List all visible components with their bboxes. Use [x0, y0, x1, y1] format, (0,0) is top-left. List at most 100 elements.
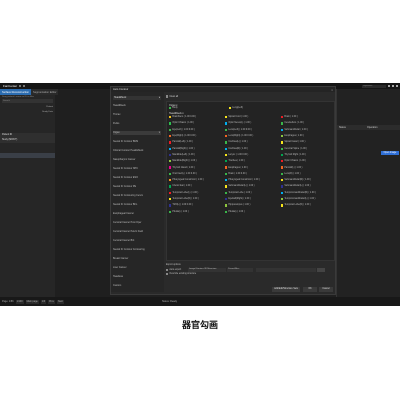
- nav-item[interactable]: Neural IC Contour Contouring: [113, 248, 161, 252]
- structure-checkbox[interactable]: Optic Chiasm ( 1.00 ): [169, 122, 194, 125]
- nav-item[interactable]: Pelvis: [113, 122, 161, 126]
- main-page-button[interactable]: Main page: [25, 299, 39, 304]
- structure-checkbox[interactable]: Larynx ( 1.00 0.00 ): [225, 153, 248, 157]
- add-structure-sets-button[interactable]: Add/Edit/Structure Sets: [272, 287, 300, 292]
- structure-checkbox[interactable]: Lung(Left): [229, 107, 243, 110]
- nav-item[interactable]: Head&Neck: [113, 104, 161, 108]
- nav-item[interactable]: Headless: [113, 275, 161, 279]
- site-dropdown[interactable]: Head&Neck ▾: [113, 96, 161, 100]
- target-select[interactable]: Image/Contour XF/Structure: [188, 268, 227, 272]
- nav-item[interactable]: Neural IC Contour NPC: [113, 167, 161, 171]
- clear-all-checkbox[interactable]: [166, 95, 169, 98]
- structure-checkbox[interactable]: Temporal Lobe ( 1.00 ): [225, 191, 252, 194]
- minimize-icon[interactable]: [388, 85, 390, 87]
- nav-item[interactable]: Neural IC Contour BMS: [113, 140, 161, 144]
- structure-checkbox[interactable]: Pharyngeal Constrictor ( 1.00 ): [225, 179, 260, 182]
- structure-checkbox[interactable]: Cerebellum ( 1.00 ): [281, 122, 304, 125]
- structure-checkbox[interactable]: Parotid(Left) ( 1.00 ): [169, 141, 193, 144]
- structure-checkbox[interactable]: Inferior Ear ( 1.00 ): [169, 185, 192, 188]
- nav-item[interactable]: Neural IC Contour BFL: [113, 203, 161, 207]
- structure-checkbox[interactable]: Temporal Lobe(R) ( 1.00 ): [281, 204, 311, 207]
- structure-checkbox[interactable]: BrainStem ( 1.00 0.00 ): [169, 116, 196, 119]
- structure-checkbox[interactable]: Lens(Right) ( 1.00 0.00 ): [225, 134, 253, 138]
- structure-checkbox[interactable]: Hippocampus ( 1.00 ): [225, 204, 250, 207]
- structure-checkbox[interactable]: Optic Nerve(L) ( 1.00 ): [225, 122, 251, 125]
- structure-checkbox[interactable]: Submandibular(L) ( 1.00 ): [281, 185, 311, 188]
- structure-checkbox[interactable]: Submandibular(R) ( 1.00 ): [281, 179, 311, 182]
- structure-checkbox[interactable]: Cochlea(R) ( 1.00 ): [225, 147, 248, 150]
- structure-checkbox[interactable]: Submandibular ( 1.00 ): [281, 128, 308, 131]
- structure-checkbox[interactable]: Oral Cavity ( 1.00 0.00 ): [169, 172, 197, 176]
- structure-checkbox[interactable]: Temporal Lobe(R) ( 1.00 ): [169, 197, 199, 201]
- menu-icon[interactable]: [19, 85, 22, 87]
- structure-checkbox[interactable]: Cochlea(L) ( 1.00 ): [225, 141, 248, 144]
- structure-checkbox[interactable]: Spinal Canal ( 1.00 ): [281, 141, 305, 144]
- structure-checkbox[interactable]: Eyeball(Right) ( 1.00 ): [225, 197, 251, 201]
- structure-checkbox[interactable]: Eye(Right) ( 1.00 0.00 ): [169, 134, 196, 138]
- structure-checkbox[interactable]: Pituitary ( 1.00 ): [169, 210, 189, 213]
- structure-checkbox[interactable]: Thyroid Right ( 1.00 ): [281, 153, 306, 157]
- structure-checkbox[interactable]: Body: [169, 107, 178, 110]
- nav-item[interactable]: Neural IC Contour PE: [113, 185, 161, 189]
- export-row: Auto export Image/Contour XF/Structure D…: [166, 268, 326, 272]
- export-path-field[interactable]: [256, 268, 317, 272]
- structure-checkbox[interactable]: Esophagus ( 1.00 ): [225, 166, 248, 169]
- structure-color-swatch: [281, 166, 284, 169]
- structure-checkbox[interactable]: Temporomandibular(L) ( 1.00 ): [281, 197, 315, 201]
- structure-checkbox[interactable]: Esophagus ( 1.00 ): [281, 134, 304, 138]
- structure-checkbox[interactable]: Eye(Left) ( 1.00 0.00 ): [169, 128, 195, 131]
- cancel-button[interactable]: Cancel: [319, 287, 333, 292]
- browse-button[interactable]: [317, 268, 326, 272]
- overwrite-checkbox[interactable]: [166, 273, 169, 276]
- structure-checkbox[interactable]: Temporomandibular(R) ( 1.00 ): [281, 191, 316, 194]
- structure-checkbox[interactable]: Brain ( 1.00 0.00 ): [225, 172, 247, 176]
- maximize-icon[interactable]: [392, 85, 394, 87]
- nav-item[interactable]: Liver Cancer: [113, 266, 161, 270]
- headneck-section-label[interactable]: Head&Neck ▾: [169, 112, 184, 115]
- nav-item[interactable]: Thorax: [113, 113, 161, 117]
- dialog-close-icon[interactable]: ×: [331, 88, 333, 92]
- open-image-button[interactable]: Open Image: [381, 151, 399, 155]
- structure-checkbox[interactable]: Mandible(Left) ( 1.00 ): [169, 153, 195, 157]
- nav-item[interactable]: Neural IC Contour ESO: [113, 176, 161, 180]
- structure-checkbox[interactable]: Spinal Cord ( 1.00 ): [225, 116, 248, 119]
- output-format-select[interactable]: Dicom/Rtss: [227, 268, 254, 272]
- auto-export-checkbox[interactable]: [166, 268, 169, 271]
- nav-item[interactable]: Clinical Contour Head&Neck: [113, 149, 161, 153]
- structure-checkbox[interactable]: Brain ( 1.00 ): [281, 116, 298, 119]
- structure-checkbox[interactable]: Optic Chiasm ( 1.00 ): [281, 160, 306, 163]
- nav-item[interactable]: Breast Cancer: [113, 257, 161, 261]
- clear-all-row[interactable]: Clear all: [166, 95, 178, 98]
- nav-item[interactable]: Organ ▾: [113, 131, 161, 135]
- structure-checkbox[interactable]: Pharyngeal Constrictor ( 1.00 ): [169, 179, 204, 182]
- structure-color-swatch: [169, 128, 172, 131]
- structure-checkbox[interactable]: TMJ(L) ( 1.00 0.00 ): [169, 204, 193, 207]
- prev-button[interactable]: Prev: [48, 299, 55, 304]
- structure-checkbox[interactable]: Pituitary ( 1.00 ): [225, 210, 245, 213]
- patient-search-input[interactable]: Search: [2, 99, 53, 103]
- tree-row[interactable]: [0, 188, 55, 193]
- next-button[interactable]: Next: [56, 299, 64, 304]
- nav-item[interactable]: Cervical Cancer Pelvic Field: [113, 230, 161, 234]
- settings-icon[interactable]: [23, 85, 26, 87]
- nav-item[interactable]: Cervical Cancer Post Oper: [113, 221, 161, 225]
- structure-checkbox[interactable]: Submandibular(L) ( 1.00 ): [225, 185, 255, 188]
- structure-checkbox[interactable]: Cervical Spine ( 1.00 ): [281, 147, 307, 150]
- structure-checkbox[interactable]: Lens(Left) ( 1.00 0.00 ): [225, 128, 252, 131]
- structure-checkbox[interactable]: Trachea ( 1.00 ): [225, 160, 245, 163]
- structure-checkbox[interactable]: Parotid(Right) ( 1.00 ): [169, 147, 194, 150]
- structure-checkbox[interactable]: Lens(R) ( 1.00 ): [281, 172, 300, 176]
- close-icon[interactable]: [396, 85, 398, 87]
- structure-checkbox[interactable]: Temporal Lobe(L) ( 1.00 ): [169, 191, 198, 194]
- structure-checkbox[interactable]: Parotid(L) ( 1.00 ): [281, 166, 302, 169]
- nav-item[interactable]: Cervical Cancer Brit: [113, 239, 161, 243]
- nav-item[interactable]: Nasopharynx Cancer: [113, 158, 161, 162]
- nav-item[interactable]: Esophageal Cancer: [113, 212, 161, 216]
- user-field[interactable]: LayerFilter: [362, 84, 386, 88]
- structure-checkbox[interactable]: Mandible(Right) ( 1.00 ): [169, 160, 197, 163]
- ok-button[interactable]: OK: [303, 287, 317, 292]
- nav-item[interactable]: Neural IC Contouring Cervix: [113, 194, 161, 198]
- structure-label: Brain ( 1.00 0.00 ): [228, 172, 247, 175]
- structure-checkbox[interactable]: Thyroid Gland ( 1.00 ): [169, 166, 195, 169]
- structure-label: Temporal Lobe(R) ( 1.00 ): [284, 204, 311, 207]
